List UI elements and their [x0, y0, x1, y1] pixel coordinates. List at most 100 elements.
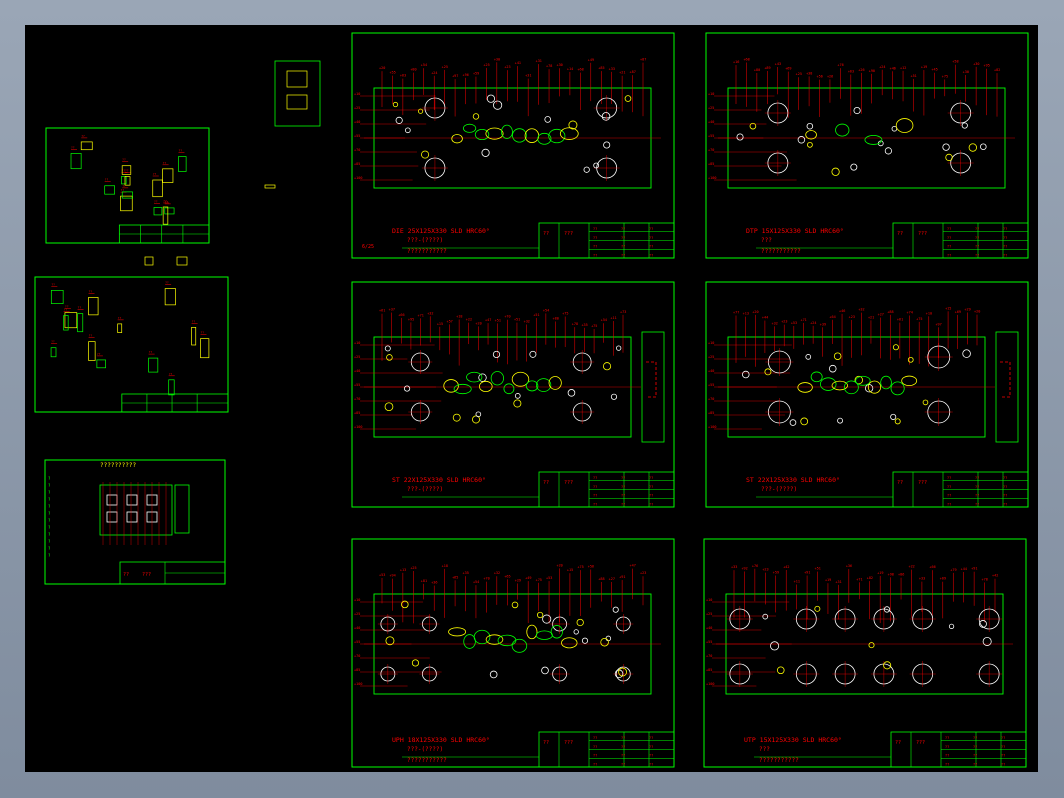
tb-cell: ??: [649, 736, 653, 740]
dim-text: +75: [562, 312, 568, 316]
pilot-hole: [850, 163, 858, 171]
sheet-dtp: +16 +68 +80 +89 +43 +69 +25 +38 +56 +26 +76 +63 +26 +…: [705, 32, 1029, 259]
dim-text: +46: [890, 66, 896, 70]
sheet-title: ST 22X125X330 SLD HRC60°: [746, 476, 840, 484]
side-text: ?: [48, 497, 51, 502]
tb-cell: ??: [1003, 476, 1007, 480]
pilot-hole: [789, 419, 797, 426]
side-text: ?: [48, 504, 51, 509]
pilot-hole: [892, 344, 899, 351]
tb-cell: ??: [621, 754, 625, 758]
tb-cell: ??: [593, 253, 597, 257]
dim-text: +80: [410, 68, 416, 72]
ord-text: +55: [354, 383, 360, 387]
side-text: ?: [48, 476, 51, 481]
dim-text: +47: [630, 564, 636, 568]
part-profile: [164, 288, 176, 306]
dim-text: +35: [581, 323, 587, 327]
pilot-hole: [948, 623, 955, 629]
ord-text: +25: [354, 612, 360, 616]
side-text: ?: [48, 546, 51, 551]
pilot-hole: [489, 670, 498, 679]
dim-text: +38: [806, 71, 812, 75]
tb-cell: ??: [947, 494, 951, 498]
side-text: ?: [48, 553, 51, 558]
pilot-hole: [831, 167, 840, 176]
ord-text: +85: [706, 668, 712, 672]
pilot-hole: [492, 350, 501, 358]
pilot-hole: [384, 345, 391, 352]
dim-text: +86: [898, 573, 904, 577]
dim-text: +20: [752, 310, 758, 314]
dim-text: +19: [877, 571, 883, 575]
ord-text: +55: [708, 383, 714, 387]
sheet-die: +20 +55 +63 +80 +54 +24 +25 +97 +96 +59 +25 +30 +23 +…: [351, 32, 675, 259]
pilot-hole: [544, 116, 552, 123]
tb-cell: ??: [621, 245, 625, 249]
strip-station: [106, 511, 118, 523]
parts-sheet-b: ????????????????????????????: [34, 276, 229, 413]
pilot-hole: [600, 637, 609, 647]
pilot-hole: [800, 417, 809, 426]
dim-text: +15: [567, 568, 573, 572]
stray-part: [264, 184, 276, 189]
tb-cell: ??: [621, 227, 625, 231]
dim-text: +54: [601, 318, 607, 322]
side-view: [995, 331, 1019, 443]
dim-text: +21: [619, 71, 625, 75]
dim-text: +26: [858, 68, 864, 72]
pilot-hole: [814, 605, 821, 612]
tb-label: ???: [916, 740, 925, 746]
dim-text: +82: [867, 576, 873, 580]
ord-text: +40: [354, 626, 360, 630]
dim-text: +22: [908, 565, 914, 569]
part-profile: [50, 290, 64, 304]
part-profile: [148, 357, 159, 373]
sheet-title: DIE 25X125X330 SLD HRC60°: [392, 227, 490, 235]
tb-cell: ??: [1003, 485, 1007, 489]
part-profile: [64, 312, 78, 329]
dim-text: +44: [762, 316, 768, 320]
tb-cell: ??: [1003, 245, 1007, 249]
part-dim-text: ??: [121, 188, 125, 192]
dim-text: +78: [546, 64, 552, 68]
tb-cell: ??: [649, 485, 653, 489]
pilot-hole: [472, 113, 480, 120]
pilot-hole: [421, 150, 430, 159]
pilot-hole: [828, 364, 837, 373]
sheet-utp: +33 +92 +76 +23 +59 +42 +11 +91 +51 +19 +31 +36 +71 +…: [703, 538, 1027, 768]
ord-text: +25: [706, 612, 712, 616]
cad-model-space[interactable]: +20 +55 +63 +80 +54 +24 +25 +97 +96 +59 +25 +30 +23 +…: [25, 25, 1038, 772]
punch-profile: [535, 378, 552, 392]
strip-station: [106, 494, 118, 506]
pilot-hole: [511, 601, 519, 609]
tb-label: ???: [142, 572, 151, 578]
side-view: [641, 331, 665, 443]
dim-text: +33: [919, 577, 925, 581]
pilot-hole: [481, 148, 490, 157]
dim-text: +51: [514, 318, 520, 322]
sheet-title: ST 22X125X330 SLD HRC60°: [392, 476, 486, 484]
dim-text: +36: [846, 564, 852, 568]
ord-text: +10: [354, 341, 360, 345]
pilot-hole: [890, 413, 897, 420]
dim-text: +70: [483, 577, 489, 581]
dim-text: +44: [961, 567, 967, 571]
ord-text: +70: [354, 397, 360, 401]
part-profile: [200, 338, 210, 359]
dim-text: +23: [640, 571, 646, 575]
dim-text: +66: [398, 313, 404, 317]
dim-text: +13: [743, 312, 749, 316]
tb-cell: ??: [649, 236, 653, 240]
side-text: ?: [48, 525, 51, 530]
dim-text: +53: [546, 576, 552, 580]
dim-text: +68: [743, 57, 749, 61]
punch-profile: [561, 637, 578, 649]
stray-part: [144, 256, 154, 266]
thumb-part: [286, 94, 308, 110]
tb-cell: ??: [973, 736, 977, 740]
tb-cell: ??: [947, 485, 951, 489]
tb-label: ??: [543, 231, 549, 237]
pilot-hole: [475, 411, 482, 418]
dim-text: +53: [379, 573, 385, 577]
